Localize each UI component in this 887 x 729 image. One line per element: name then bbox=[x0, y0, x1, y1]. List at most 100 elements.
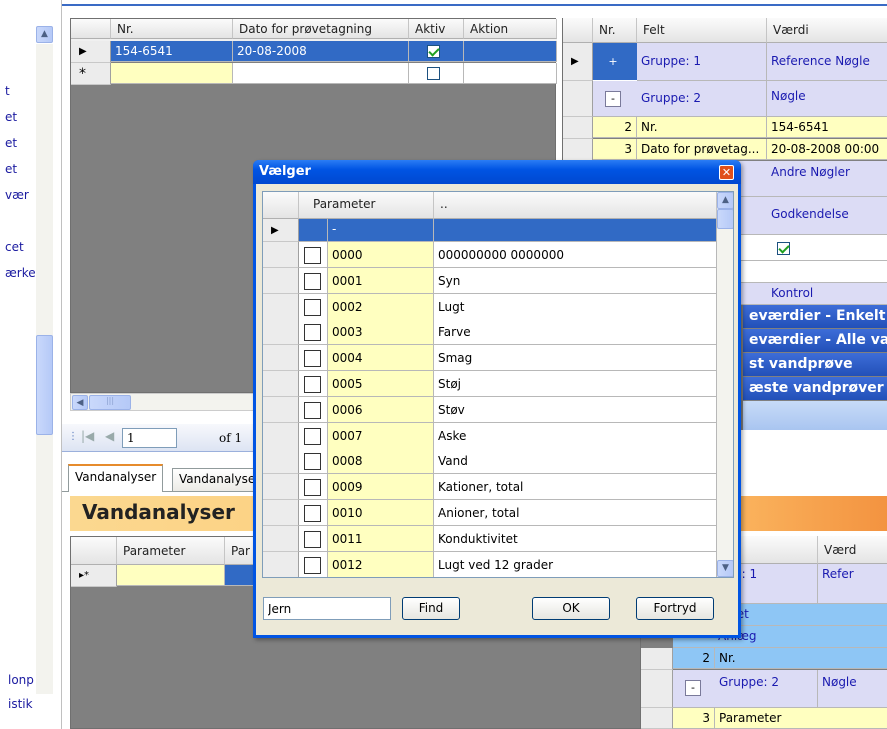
table-row[interactable]: 0011 Konduktivitet bbox=[263, 525, 717, 552]
table-row[interactable]: 0003 Farve bbox=[263, 319, 717, 346]
table-row[interactable]: ▶ 154-6541 20-08-2008 bbox=[71, 41, 557, 63]
nav-item[interactable]: t bbox=[5, 78, 36, 104]
vaerdi-cell[interactable]: Reference Nøgle bbox=[767, 43, 887, 81]
find-button[interactable]: Find bbox=[402, 597, 460, 620]
code-cell[interactable]: 0010 bbox=[328, 500, 434, 526]
table-row[interactable]: 3 Parameter bbox=[641, 708, 887, 729]
scroll-down-button[interactable]: ▼ bbox=[717, 560, 733, 577]
cancel-button[interactable]: Fortryd bbox=[636, 597, 714, 620]
parameter-cell[interactable] bbox=[117, 565, 225, 586]
select-checkbox[interactable] bbox=[304, 530, 321, 548]
table-row[interactable]: 0006 Støv bbox=[263, 396, 717, 423]
name-cell[interactable]: Aske bbox=[434, 422, 717, 449]
group-row[interactable]: ▶ + Gruppe: 1 Reference Nøgle bbox=[563, 43, 887, 81]
code-cell[interactable]: 0007 bbox=[328, 422, 434, 449]
collapse-cell[interactable]: - bbox=[593, 81, 637, 117]
col-header-aktiv[interactable]: Aktiv bbox=[409, 19, 464, 39]
name-cell[interactable]: Smag bbox=[434, 345, 717, 372]
nav-scroll-up-button[interactable]: ▲ bbox=[36, 26, 53, 43]
checkbox-cell[interactable] bbox=[299, 242, 328, 268]
name-cell[interactable]: Konduktivitet bbox=[434, 525, 717, 552]
band-enkelt[interactable]: eværdier - Enkelt bbox=[743, 305, 887, 328]
code-cell[interactable]: - bbox=[328, 219, 434, 242]
sample-date-cell[interactable]: 20-08-2008 bbox=[233, 41, 409, 62]
collapse-minus-icon[interactable]: - bbox=[605, 91, 621, 107]
checkbox-cell[interactable] bbox=[299, 345, 328, 372]
checkbox-cell[interactable] bbox=[299, 396, 328, 423]
checkbox-cell[interactable] bbox=[299, 319, 328, 346]
checkbox-cell[interactable] bbox=[299, 500, 328, 526]
felt-cell[interactable]: Gruppe: 2 bbox=[637, 81, 767, 117]
new-row[interactable]: * bbox=[71, 63, 557, 85]
band-vandprove[interactable]: st vandprøve bbox=[743, 353, 887, 376]
collapse-minus-icon[interactable]: - bbox=[685, 680, 701, 696]
felt-cell[interactable]: Gruppe: 1 bbox=[637, 43, 767, 81]
checkbox-cell[interactable] bbox=[299, 219, 328, 242]
col-header-dato[interactable]: Dato for prøvetagning bbox=[233, 19, 409, 39]
name-cell[interactable]: Kationer, total bbox=[434, 474, 717, 501]
col-header-nr[interactable]: Nr. bbox=[111, 19, 233, 39]
checkbox-cell[interactable] bbox=[299, 293, 328, 320]
group-row[interactable]: - Gruppe: 2 Nøgle bbox=[641, 670, 887, 708]
nav-item[interactable]: et bbox=[5, 130, 36, 156]
scroll-up-button[interactable]: ▲ bbox=[717, 192, 733, 209]
col-header-name[interactable]: .. bbox=[434, 192, 717, 219]
sample-aktion-cell[interactable] bbox=[464, 41, 557, 62]
table-row[interactable]: 0002 Lugt bbox=[263, 293, 717, 320]
name-cell[interactable]: Vand bbox=[434, 448, 717, 475]
col-header-vaerdi[interactable]: Værdi bbox=[767, 18, 887, 43]
col-header-nr[interactable]: Nr. bbox=[593, 18, 637, 43]
nav-item[interactable]: cet bbox=[5, 234, 36, 260]
col-header-vaerdi[interactable]: Værd bbox=[818, 536, 887, 564]
nav-item[interactable]: istik bbox=[8, 692, 34, 716]
checkbox-cell[interactable] bbox=[299, 371, 328, 397]
code-cell[interactable]: 0001 bbox=[328, 267, 434, 294]
group-row[interactable]: - Gruppe: 2 Nøgle bbox=[563, 81, 887, 117]
checkbox-cell[interactable] bbox=[299, 448, 328, 475]
checkbox-cell[interactable] bbox=[299, 422, 328, 449]
name-cell[interactable]: Farve bbox=[434, 319, 717, 346]
nav-item[interactable]: et bbox=[5, 104, 36, 130]
select-checkbox[interactable] bbox=[304, 453, 321, 471]
select-checkbox[interactable] bbox=[304, 427, 321, 445]
code-cell[interactable]: 0009 bbox=[328, 474, 434, 501]
band-alle[interactable]: eværdier - Alle va bbox=[743, 329, 887, 352]
select-checkbox[interactable] bbox=[304, 324, 321, 342]
new-aktion-cell[interactable] bbox=[464, 63, 557, 84]
select-checkbox[interactable] bbox=[304, 479, 321, 497]
expand-plus-icon[interactable]: + bbox=[605, 54, 621, 70]
code-cell[interactable]: 0004 bbox=[328, 345, 434, 372]
code-cell[interactable]: 0000 bbox=[328, 242, 434, 268]
code-cell[interactable]: 0003 bbox=[328, 319, 434, 346]
name-cell[interactable]: Lugt ved 12 grader bbox=[434, 551, 717, 577]
code-cell[interactable]: 0005 bbox=[328, 371, 434, 397]
dialog-titlebar[interactable]: Vælger ✕ bbox=[253, 160, 741, 184]
code-cell[interactable]: 0008 bbox=[328, 448, 434, 475]
nav-item[interactable]: lonp bbox=[8, 668, 34, 692]
name-cell[interactable]: Syn bbox=[434, 267, 717, 294]
record-position-input[interactable] bbox=[122, 428, 177, 448]
band-naeste[interactable]: æste vandprøver bbox=[743, 377, 887, 400]
table-row[interactable]: 3 Dato for prøvetag... 20-08-2008 00:00 bbox=[563, 139, 887, 161]
vaerdi-cell[interactable]: Nøgle bbox=[818, 670, 887, 708]
new-aktiv-cell[interactable] bbox=[409, 63, 464, 84]
aktiv-checkbox[interactable] bbox=[427, 67, 440, 80]
table-row[interactable]: 0012 Lugt ved 12 grader bbox=[263, 551, 717, 577]
felt-cell[interactable]: Gruppe: 2 bbox=[715, 670, 818, 708]
nav-item[interactable]: et bbox=[5, 156, 36, 182]
checkbox-cell[interactable] bbox=[299, 474, 328, 501]
name-cell[interactable]: 000000000 0000000 bbox=[434, 242, 717, 268]
checkbox-cell[interactable] bbox=[299, 525, 328, 552]
name-cell[interactable] bbox=[434, 219, 717, 242]
select-checkbox[interactable] bbox=[304, 247, 321, 264]
table-row[interactable]: 0009 Kationer, total bbox=[263, 474, 717, 501]
dialog-vscrollbar[interactable]: ▲ ▼ bbox=[717, 192, 733, 577]
select-checkbox[interactable] bbox=[304, 376, 321, 393]
code-cell[interactable]: 0011 bbox=[328, 525, 434, 552]
name-cell[interactable]: Anioner, total bbox=[434, 500, 717, 526]
table-row[interactable]: 0000 000000000 0000000 bbox=[263, 242, 717, 268]
vaerdi-cell[interactable]: 154-6541 bbox=[767, 117, 887, 138]
table-row[interactable]: 0005 Støj bbox=[263, 371, 717, 397]
checkbox[interactable] bbox=[777, 242, 790, 255]
table-row[interactable]: 0004 Smag bbox=[263, 345, 717, 372]
